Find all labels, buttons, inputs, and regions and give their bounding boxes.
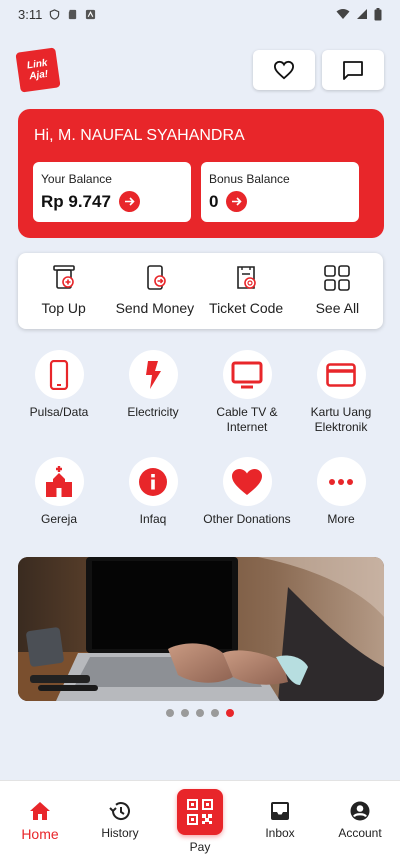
wifi-icon (336, 9, 350, 19)
carousel-indicator (0, 709, 400, 717)
nav-home[interactable]: Home (0, 781, 80, 862)
tv-icon (231, 361, 263, 388)
quick-action-label: Top Up (41, 300, 86, 316)
quick-action-label: Ticket Code (209, 300, 284, 316)
battery-icon (374, 7, 382, 20)
favorites-button[interactable] (253, 50, 315, 90)
bonus-balance-label: Bonus Balance (209, 172, 290, 186)
service-label: Gereja (40, 512, 78, 526)
linkaja-logo: Link Aja! (15, 47, 61, 93)
service-label: Cable TV & Internet (216, 405, 278, 434)
service-pulsa-data[interactable]: Pulsa/Data (12, 350, 106, 457)
home-icon (30, 802, 50, 820)
service-label: Kartu Uang Elektronik (310, 405, 372, 434)
shield-icon (50, 8, 60, 20)
promo-banner[interactable] (18, 557, 384, 701)
quick-actions-card: Top Up Send Money Ticket Code See All (18, 253, 383, 329)
service-other-donations[interactable]: Other Donations (200, 457, 294, 564)
service-infaq[interactable]: Infaq (106, 457, 200, 564)
inbox-icon (271, 802, 289, 820)
carousel-dot[interactable] (196, 709, 204, 717)
arrow-right-icon[interactable] (226, 191, 248, 212)
status-bar: 3:11 (0, 0, 400, 28)
qr-icon (187, 799, 213, 825)
carousel-dot[interactable] (166, 709, 174, 717)
bottom-navigation: Home History Pay Inbox Account (0, 780, 400, 862)
your-balance-label: Your Balance (41, 172, 112, 186)
history-icon (109, 802, 130, 820)
heart-outline-icon (273, 60, 295, 80)
service-label: More (327, 512, 355, 526)
your-balance-value: Rp 9.747 (41, 191, 111, 211)
top-bar: Link Aja! (15, 47, 384, 93)
quick-action-see-all[interactable]: See All (292, 253, 383, 329)
account-icon (350, 801, 370, 821)
grid-icon (324, 265, 351, 291)
service-label: Infaq (139, 512, 167, 526)
bonus-balance-value: 0 (209, 191, 219, 211)
logo-line-2: Aja! (28, 68, 49, 83)
service-more[interactable]: More (294, 457, 388, 564)
banner-laptop-image (18, 557, 384, 701)
more-icon (329, 478, 353, 485)
carousel-dot[interactable] (211, 709, 219, 717)
quick-action-send-money[interactable]: Send Money (109, 253, 200, 329)
service-label: Pulsa/Data (29, 405, 89, 419)
info-icon (139, 467, 167, 496)
carousel-dot-active[interactable] (226, 709, 234, 717)
service-gereja[interactable]: Gereja (12, 457, 106, 564)
heart-icon (232, 468, 262, 495)
send-money-icon (147, 265, 166, 290)
service-label: Other Donations (203, 512, 291, 526)
chat-icon (343, 61, 363, 80)
app-notification-icon (86, 9, 96, 19)
lightning-icon (146, 360, 161, 389)
greeting-text: Hi, M. NAUFAL SYAHANDRA (34, 127, 245, 144)
carousel-dot[interactable] (181, 709, 189, 717)
service-kartu-uang[interactable]: Kartu Uang Elektronik (294, 350, 388, 457)
pay-button[interactable] (177, 789, 223, 835)
nav-history[interactable]: History (80, 781, 160, 862)
quick-action-top-up[interactable]: Top Up (18, 253, 109, 329)
signal-icon (357, 9, 367, 19)
chat-button[interactable] (322, 50, 384, 90)
nav-label: History (101, 826, 139, 840)
sd-card-icon (69, 9, 77, 19)
nav-label: Inbox (265, 826, 295, 840)
services-grid: Pulsa/Data Electricity Cable TV & Intern… (12, 350, 388, 564)
nav-label: Home (21, 826, 59, 842)
service-electricity[interactable]: Electricity (106, 350, 200, 457)
quick-action-label: Send Money (115, 300, 195, 316)
bonus-balance-box[interactable]: Bonus Balance 0 (201, 162, 359, 222)
service-label: Electricity (127, 405, 179, 419)
ticket-code-icon (237, 266, 256, 289)
top-up-icon (52, 265, 75, 289)
arrow-right-icon[interactable] (118, 191, 140, 212)
service-cable-tv[interactable]: Cable TV & Internet (200, 350, 294, 457)
church-icon (46, 465, 72, 497)
nav-inbox[interactable]: Inbox (240, 781, 320, 862)
nav-pay[interactable]: Pay (160, 781, 240, 862)
status-time: 3:11 (18, 6, 43, 22)
quick-action-label: See All (315, 300, 360, 316)
nav-label: Pay (189, 840, 211, 854)
nav-account[interactable]: Account (320, 781, 400, 862)
phone-icon (49, 359, 69, 390)
balance-card: Hi, M. NAUFAL SYAHANDRA Your Balance Rp … (18, 109, 384, 238)
nav-label: Account (338, 826, 382, 840)
quick-action-ticket-code[interactable]: Ticket Code (201, 253, 292, 329)
your-balance-box[interactable]: Your Balance Rp 9.747 (33, 162, 191, 222)
card-icon (326, 362, 356, 387)
